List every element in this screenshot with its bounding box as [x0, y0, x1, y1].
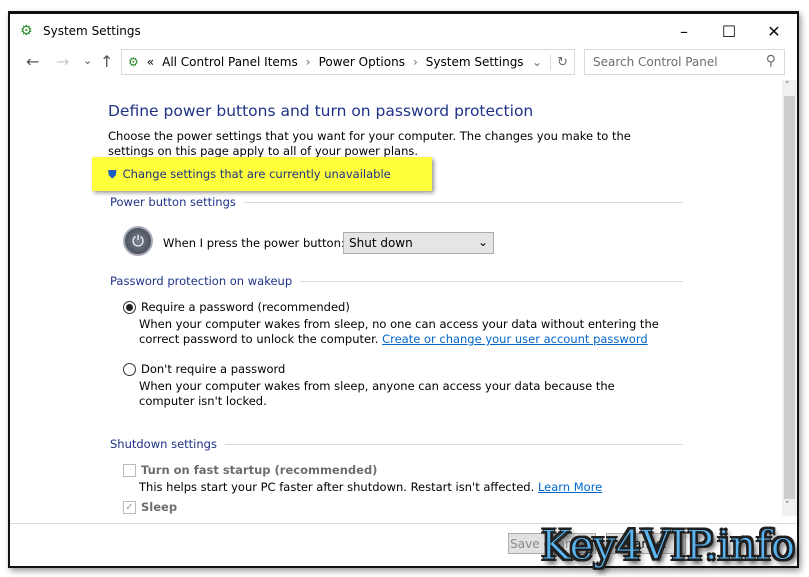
scroll-up-icon[interactable]: ˄ — [785, 81, 790, 91]
search-placeholder: Search Control Panel — [593, 55, 718, 69]
scroll-down-icon[interactable]: ˅ — [785, 501, 790, 511]
breadcrumb-overflow[interactable]: « — [147, 55, 154, 69]
scrollbar-thumb[interactable] — [784, 96, 795, 499]
page-title: Define power buttons and turn on passwor… — [108, 102, 534, 120]
up-icon[interactable]: ↑ — [100, 52, 113, 71]
recent-locations-icon[interactable]: ⌄ — [83, 54, 92, 67]
chevron-right-icon[interactable]: › — [306, 55, 311, 69]
radio-selected[interactable] — [123, 300, 136, 314]
shield-icon: ⛊ — [108, 166, 117, 181]
watermark-logo: Key4VIP.info — [540, 523, 795, 570]
maximize-button[interactable]: ☐ — [707, 18, 751, 44]
power-button-section-header: Power button settings — [110, 195, 683, 209]
fast-startup-checkbox[interactable]: Turn on fast startup (recommended) — [123, 463, 377, 477]
address-bar[interactable]: ⚙ « All Control Panel Items › Power Opti… — [121, 49, 575, 75]
chevron-down-icon: ⌄ — [477, 235, 488, 249]
control-panel-icon: ⚙ — [20, 23, 33, 39]
checkbox-unchecked[interactable] — [123, 463, 136, 477]
minimize-button[interactable]: – — [662, 18, 706, 44]
close-button[interactable]: ✕ — [752, 18, 796, 44]
dont-require-description: When your computer wakes from sleep, any… — [139, 379, 615, 408]
refresh-icon[interactable]: ↻ — [550, 54, 574, 70]
breadcrumb-system-settings[interactable]: System Settings — [426, 55, 524, 69]
breadcrumb-all-items[interactable]: All Control Panel Items — [162, 55, 298, 69]
chevron-right-icon[interactable]: › — [413, 55, 418, 69]
require-password-radio[interactable]: Require a password (recommended) — [123, 300, 350, 314]
breadcrumb-power-options[interactable]: Power Options — [319, 55, 405, 69]
checkbox-checked[interactable]: ✓ — [123, 500, 136, 514]
change-settings-link[interactable]: ⛊ Change settings that are currently una… — [92, 157, 432, 191]
sleep-checkbox[interactable]: ✓ Sleep — [123, 500, 177, 514]
learn-more-link[interactable]: Learn More — [538, 480, 602, 494]
power-button-action-select[interactable]: Shut down ⌄ — [343, 232, 494, 254]
fast-startup-description: This helps start your PC faster after sh… — [139, 480, 603, 494]
back-icon[interactable]: ← — [26, 52, 39, 71]
password-section-header: Password protection on wakeup — [110, 274, 683, 288]
radio-unselected[interactable] — [123, 362, 136, 376]
search-icon[interactable]: ⚲ — [766, 53, 776, 69]
dont-require-password-radio[interactable]: Don't require a password — [123, 362, 285, 376]
chevron-down-icon[interactable]: ⌄ — [532, 55, 542, 69]
control-panel-icon: ⚙ — [128, 55, 139, 69]
change-settings-label: Change settings that are currently unava… — [122, 167, 391, 181]
create-password-link[interactable]: Create or change your user account passw… — [382, 332, 648, 346]
power-icon: ⏻ — [123, 226, 153, 256]
system-settings-window: ⚙ System Settings – ☐ ✕ ← → ⌄ ↑ ⚙ « All … — [8, 11, 799, 568]
forward-icon[interactable]: → — [56, 52, 69, 71]
selected-value: Shut down — [349, 236, 413, 250]
intro-text: Choose the power settings that you want … — [108, 129, 631, 158]
window-title: System Settings — [43, 24, 141, 38]
require-password-description: When your computer wakes from sleep, no … — [139, 317, 659, 346]
search-input[interactable]: Search Control Panel ⚲ — [584, 49, 785, 75]
shutdown-section-header: Shutdown settings — [110, 437, 683, 451]
power-button-label: When I press the power button: — [163, 236, 345, 250]
